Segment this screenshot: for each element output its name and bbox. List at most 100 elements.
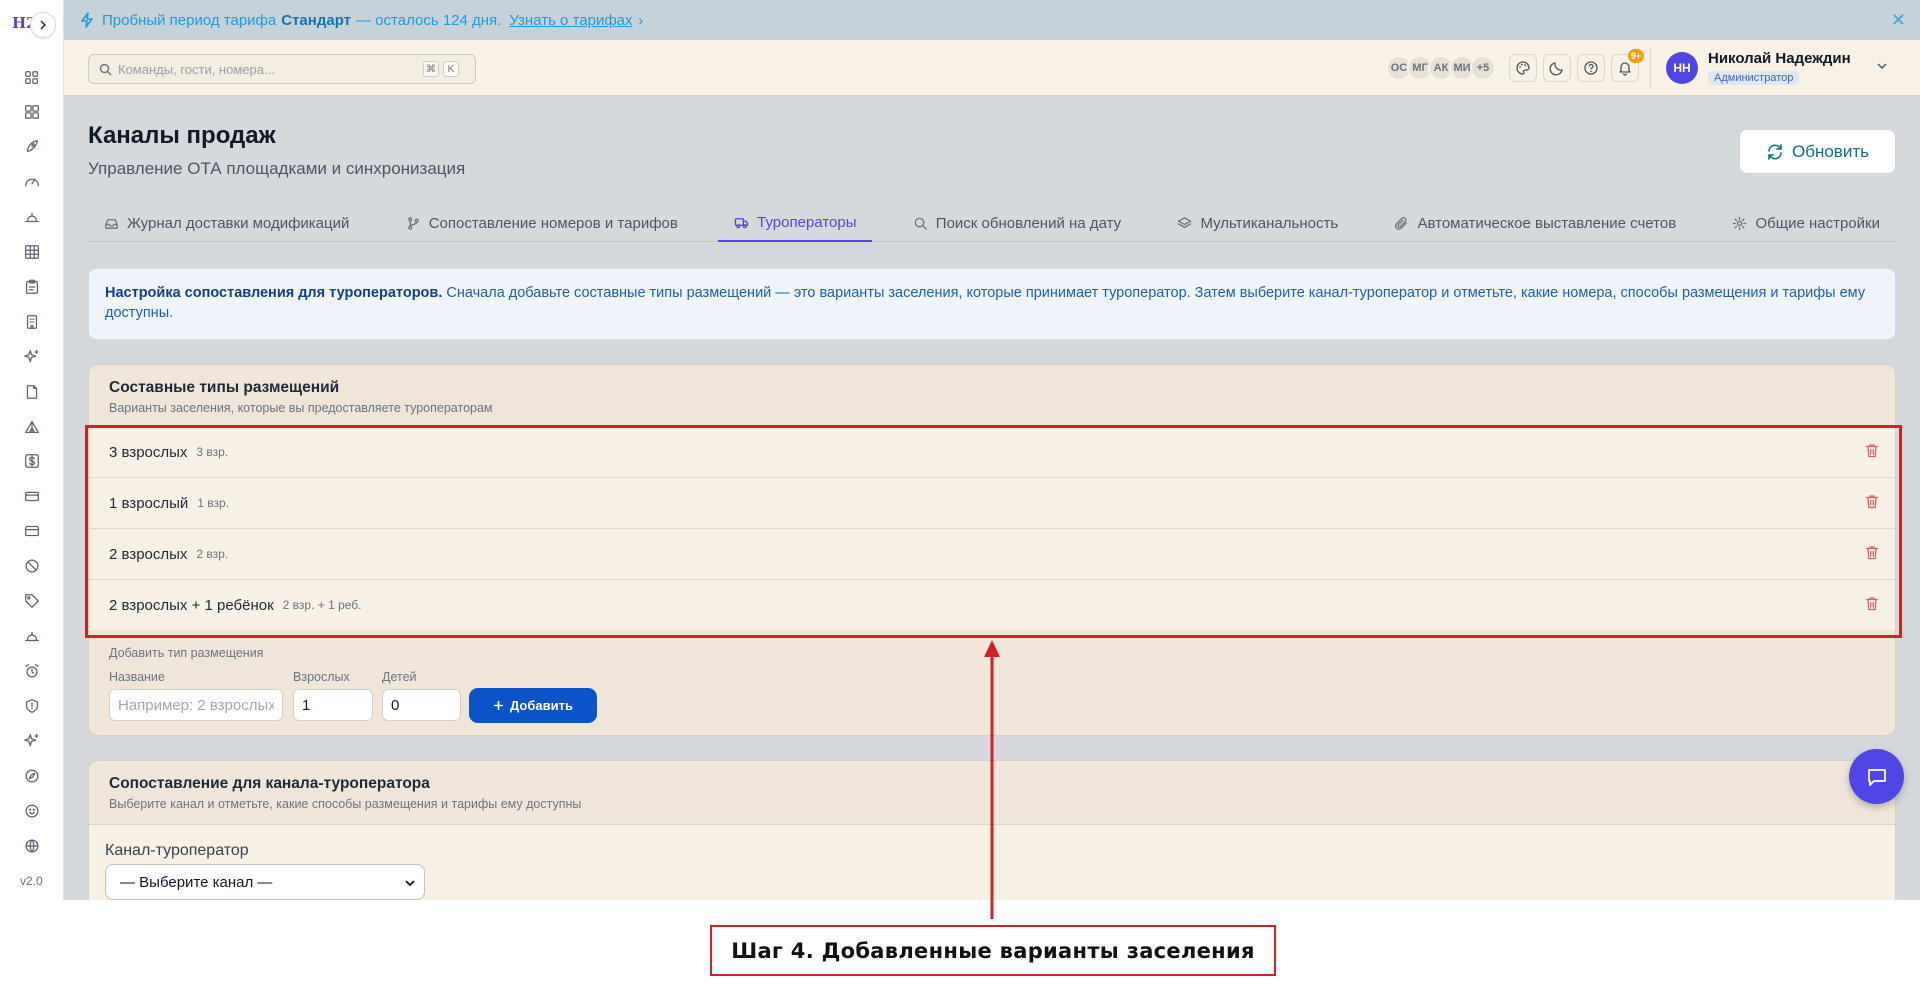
tab-bar: Журнал доставки модификаций Сопоставление…	[88, 204, 1896, 242]
chat-icon	[1866, 766, 1888, 788]
close-icon[interactable]: ✕	[1891, 10, 1906, 31]
sparkles-icon[interactable]	[22, 347, 42, 367]
shield-icon[interactable]	[22, 696, 42, 716]
paperclip-icon	[1394, 216, 1409, 231]
channel-select-value: — Выберите канал —	[120, 873, 273, 891]
table-icon[interactable]	[22, 242, 42, 262]
more-users-count[interactable]: +5	[1470, 55, 1496, 81]
search-icon	[913, 216, 928, 231]
help-button[interactable]	[1577, 54, 1605, 82]
shortcut-k-key: K	[443, 61, 459, 77]
refresh-button[interactable]: Обновить	[1739, 129, 1896, 174]
tab-label: Мультиканальность	[1200, 214, 1339, 232]
ban-icon[interactable]	[22, 556, 42, 576]
card-icon[interactable]	[22, 486, 42, 506]
chat-button[interactable]	[1849, 749, 1904, 804]
chevron-right-icon	[38, 19, 48, 31]
adults-field[interactable]	[293, 689, 373, 721]
moon-icon	[1549, 60, 1565, 76]
children-field[interactable]	[382, 689, 461, 721]
gear-icon	[1732, 216, 1747, 231]
wallet-icon[interactable]	[22, 521, 42, 541]
palette-icon	[1515, 60, 1531, 76]
truck-icon	[734, 215, 749, 230]
tariffs-link[interactable]: Узнать о тарифах	[509, 12, 632, 29]
tab-paperclip[interactable]: Автоматическое выставление счетов	[1378, 204, 1692, 242]
card-header: Сопоставление для канала-туроператора Вы…	[89, 761, 1895, 825]
user-avatar[interactable]: НН	[1666, 52, 1698, 84]
app-version: v2.0	[20, 874, 43, 888]
dark-mode-button[interactable]	[1543, 54, 1571, 82]
service-bell-icon[interactable]	[22, 626, 42, 646]
tent-icon[interactable]	[22, 417, 42, 437]
user-role-badge: Администратор	[1708, 71, 1800, 85]
trial-plan: Стандарт	[281, 11, 352, 29]
building-icon[interactable]	[22, 312, 42, 332]
tab-git-branch[interactable]: Сопоставление номеров и тарифов	[390, 204, 694, 242]
trial-prefix: Пробный период тарифа	[102, 11, 277, 29]
sidebar-toggle-button[interactable]	[30, 12, 56, 38]
add-type-button[interactable]: Добавить	[469, 688, 597, 723]
header-divider	[1650, 48, 1651, 88]
add-type-title: Добавить тип размещения	[109, 646, 264, 660]
user-name[interactable]: Николай Надеждин	[1708, 50, 1851, 67]
tab-label: Автоматическое выставление счетов	[1417, 214, 1677, 232]
grid-icon[interactable]	[22, 102, 42, 122]
annotation-highlight-box	[85, 425, 1902, 638]
bell-icon	[1617, 60, 1633, 76]
chevron-down-icon[interactable]	[1876, 60, 1888, 72]
gauge-icon[interactable]	[22, 172, 42, 192]
search-input[interactable]: Команды, гости, номера...	[118, 62, 275, 77]
file-icon[interactable]	[22, 382, 42, 402]
online-users[interactable]: ОС МГ АК МИ +5	[1386, 55, 1496, 81]
plus-icon	[493, 700, 504, 711]
sidebar: H2 v2.0	[0, 0, 64, 900]
tab-label: Журнал доставки модификаций	[127, 214, 350, 232]
chevron-right-icon: ›	[638, 12, 644, 28]
git-branch-icon	[406, 216, 421, 231]
clipboard-icon[interactable]	[22, 277, 42, 297]
layers-icon	[1177, 216, 1192, 231]
chevron-down-icon	[404, 877, 416, 889]
command-search[interactable]: Команды, гости, номера... ⌘ K	[88, 54, 476, 84]
smile-icon[interactable]	[22, 801, 42, 821]
alarm-icon[interactable]	[22, 661, 42, 681]
card-title: Сопоставление для канала-туроператора	[109, 775, 430, 792]
sparkle-icon[interactable]	[22, 731, 42, 751]
name-label: Название	[109, 670, 165, 684]
children-label: Детей	[382, 670, 417, 684]
card-subtitle: Варианты заселения, которые вы предостав…	[109, 401, 493, 415]
tab-label: Общие настройки	[1755, 214, 1880, 232]
info-title: Настройка сопоставления для туроператоро…	[105, 285, 443, 301]
page-subtitle: Управление ОТА площадками и синхронизаци…	[88, 159, 466, 178]
tab-search[interactable]: Поиск обновлений на дату	[897, 204, 1137, 242]
help-circle-icon	[1583, 60, 1599, 76]
notifications-button[interactable]: 9+	[1611, 49, 1644, 82]
tab-layers[interactable]: Мультиканальность	[1161, 204, 1354, 242]
notification-count-badge: 9+	[1628, 49, 1644, 63]
trial-suffix: — осталось 124 дня.	[356, 11, 502, 29]
refresh-label: Обновить	[1792, 141, 1869, 161]
annotation-caption: Шаг 4. Добавленные варианты заселения	[710, 925, 1276, 976]
adults-label: Взрослых	[293, 670, 350, 684]
channel-label: Канал-туроператор	[105, 842, 249, 859]
dollar-icon[interactable]	[22, 451, 42, 471]
tab-inbox[interactable]: Журнал доставки модификаций	[88, 204, 365, 242]
theme-palette-button[interactable]	[1509, 54, 1537, 82]
inbox-icon	[104, 216, 119, 231]
tab-label: Сопоставление номеров и тарифов	[428, 214, 678, 232]
rocket-icon[interactable]	[22, 137, 42, 157]
tag-icon[interactable]	[22, 591, 42, 611]
compass-icon[interactable]	[22, 766, 42, 786]
tab-gear[interactable]: Общие настройки	[1716, 204, 1896, 242]
card-subtitle: Выберите канал и отметьте, какие способы…	[109, 797, 582, 811]
page-title: Каналы продаж	[88, 122, 276, 149]
top-header: Команды, гости, номера... ⌘ K ОС МГ АК М…	[64, 40, 1920, 96]
tab-truck[interactable]: Туроператоры	[718, 204, 873, 242]
globe-icon[interactable]	[22, 836, 42, 856]
card-title: Составные типы размещений	[109, 379, 340, 396]
dashboard-icon[interactable]	[22, 68, 42, 88]
channel-select[interactable]: — Выберите канал —	[105, 864, 425, 900]
type-name-field[interactable]	[109, 689, 283, 721]
bell-service-icon[interactable]	[22, 207, 42, 227]
